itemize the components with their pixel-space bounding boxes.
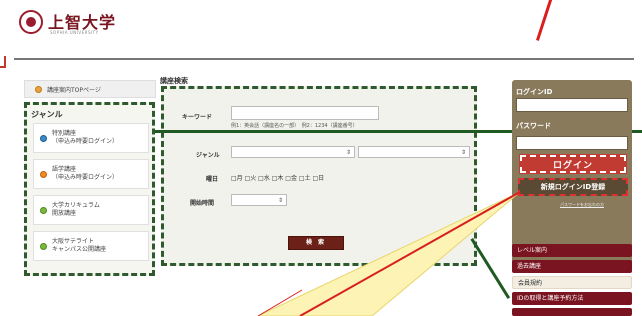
menu-item-terms[interactable]: 会員規約: [512, 276, 632, 289]
select-arrow-icon: ⇕: [460, 149, 466, 156]
register-id-button[interactable]: 新規ログインID登録: [518, 178, 628, 196]
bullet-icon: [40, 242, 47, 250]
login-id-label: ログインID: [516, 88, 553, 96]
genre-select[interactable]: ⇕: [231, 146, 355, 158]
time-label: 開始時間: [190, 200, 215, 207]
password-label: パスワード: [516, 122, 551, 130]
login-button[interactable]: ログイン: [519, 154, 627, 174]
menu-item-id-guide[interactable]: IDの取得と講座予約方法: [512, 292, 632, 305]
nav-top-link[interactable]: 講座案内TOPページ: [24, 80, 156, 98]
genre-item-label: 特別講座 （申込み時要ログイン）: [52, 130, 119, 145]
bullet-icon: [40, 134, 47, 142]
menu-item-past[interactable]: 過去講座: [512, 260, 632, 273]
callout-edge-line: [257, 289, 303, 316]
university-logo-icon[interactable]: [19, 10, 43, 34]
forgot-password-link[interactable]: パスワードをお忘れの方: [560, 202, 626, 208]
genre-item-special[interactable]: 特別講座 （申込み時要ログイン）: [33, 123, 149, 153]
header-divider: [14, 58, 634, 60]
subgenre-select[interactable]: ⇕: [358, 146, 470, 158]
select-arrow-icon: ⇕: [345, 149, 351, 156]
search-button[interactable]: 検 索: [288, 236, 344, 250]
bullet-icon: [35, 85, 42, 93]
genre-panel: ジャンル 特別講座 （申込み時要ログイン） 語学講座 （申込み時要ログイン） 大…: [24, 102, 155, 276]
select-arrow-icon: ⇕: [277, 197, 283, 204]
genre-label: ジャンル: [196, 152, 220, 159]
genre-item-label: 語学講座 （申込み時要ログイン）: [52, 166, 119, 181]
password-input[interactable]: [516, 136, 628, 150]
time-select[interactable]: ⇕: [231, 194, 287, 206]
bullet-icon: [40, 170, 47, 178]
genre-item-label: 大学カリキュラム 開放講座: [52, 202, 100, 217]
genre-title: ジャンル: [31, 110, 63, 119]
day-checkboxes[interactable]: □月 □火 □水 □木 □金 □土 □日: [231, 173, 324, 182]
keyword-example: 例1：英会話（講座名の一部） 例2：1234（講座番号）: [231, 123, 358, 129]
genre-item-label: 大阪サテライト キャンパス公開講座: [52, 238, 107, 253]
red-callout-line: [536, 0, 583, 41]
highlight-diagonal-line: [470, 238, 511, 299]
menu-item-level[interactable]: レベル案内: [512, 244, 632, 257]
day-label: 曜日: [206, 176, 219, 183]
left-edge-marker: [0, 56, 6, 68]
search-title: 講座検索: [160, 77, 188, 85]
menu-item-more[interactable]: [512, 308, 632, 316]
genre-item-language[interactable]: 語学講座 （申込み時要ログイン）: [33, 159, 149, 189]
login-id-input[interactable]: [516, 98, 628, 112]
keyword-input[interactable]: [231, 106, 379, 120]
genre-item-curriculum[interactable]: 大学カリキュラム 開放講座: [33, 195, 149, 225]
genre-item-osaka[interactable]: 大阪サテライト キャンパス公開講座: [33, 231, 149, 261]
brand-subtitle: SOPHIA UNIVERSITY: [50, 30, 99, 35]
nav-top-label: 講座案内TOPページ: [47, 86, 101, 94]
keyword-label: キーワード: [182, 114, 213, 121]
bullet-icon: [40, 206, 47, 214]
